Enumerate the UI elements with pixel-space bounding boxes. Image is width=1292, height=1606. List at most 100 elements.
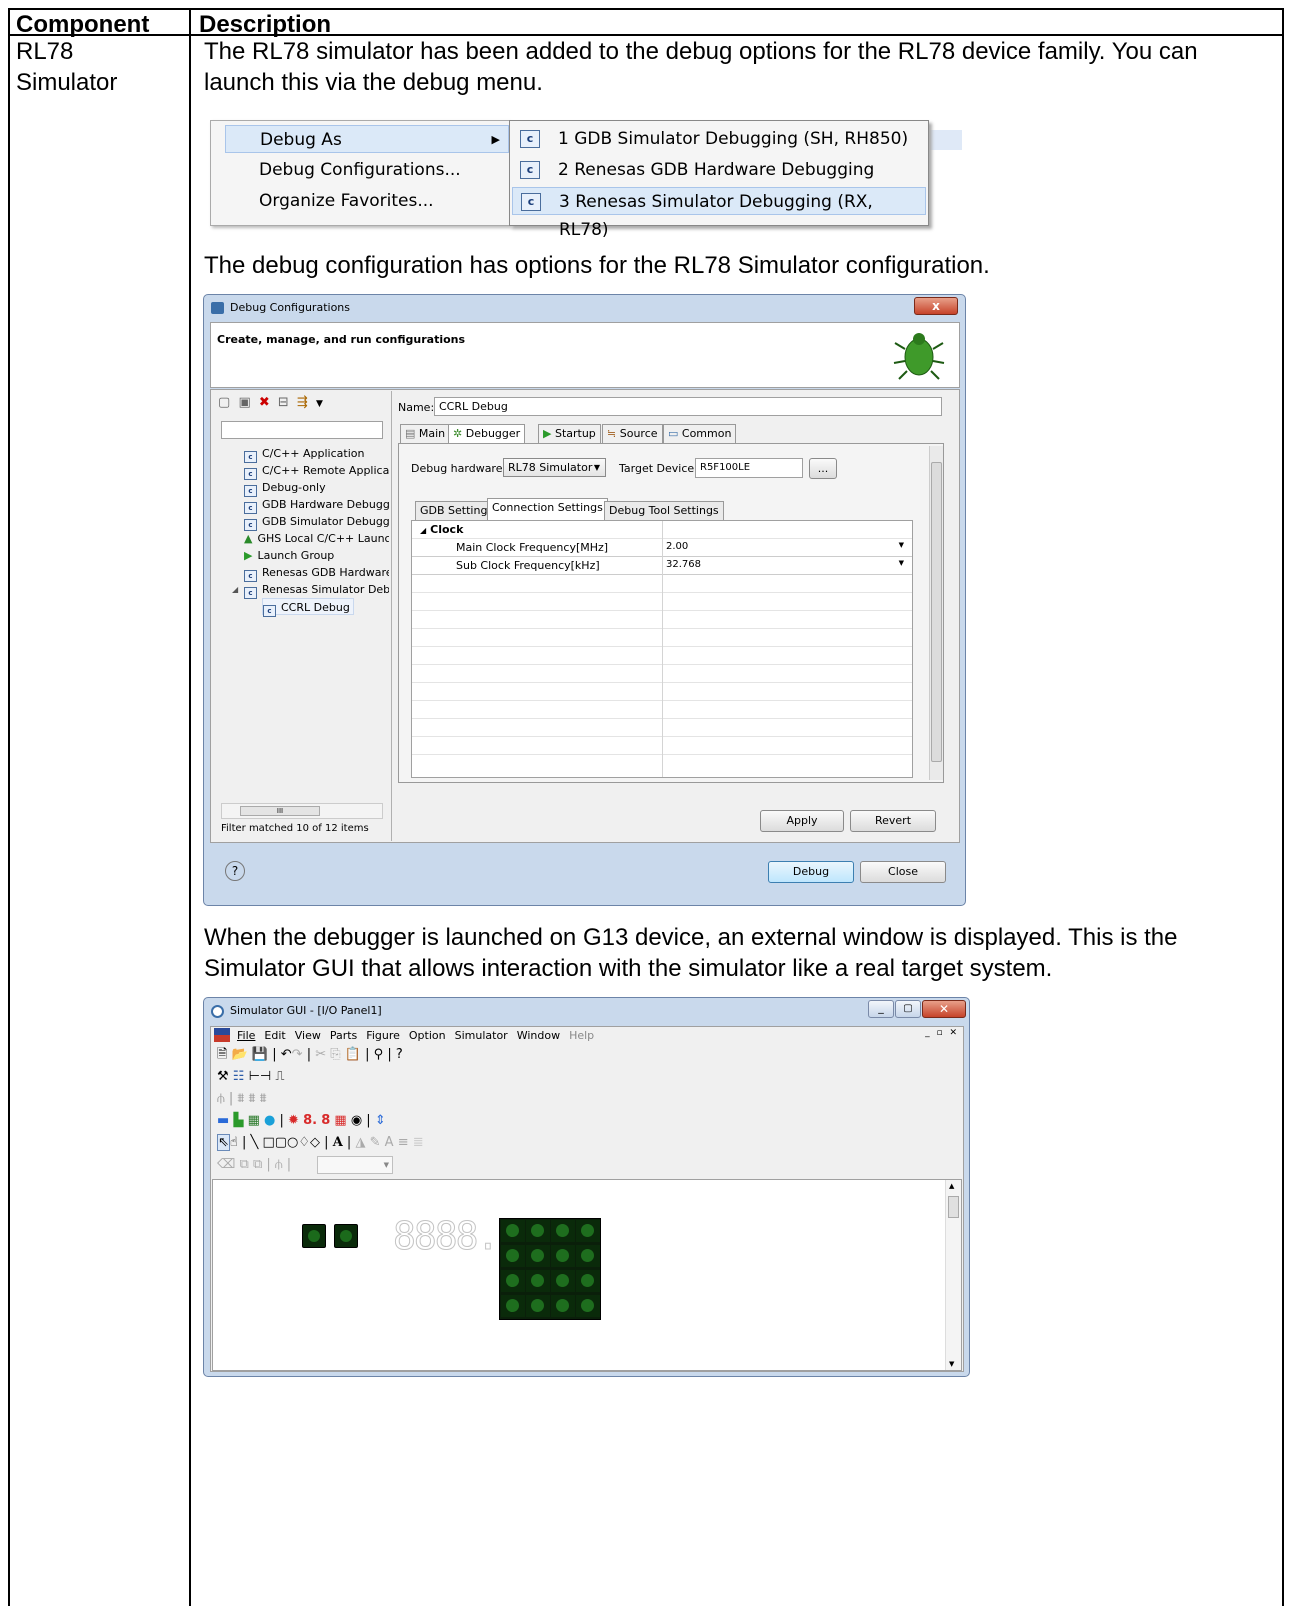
tree-item[interactable]: c GDB Simulator Debuggi (244, 513, 389, 531)
segment-led-icon[interactable]: 8. (303, 1113, 317, 1128)
pin-icon[interactable]: ☷ (233, 1069, 245, 1084)
new-config-icon[interactable]: ▢ (218, 395, 232, 410)
eraser-icon[interactable]: ⌫ (217, 1157, 235, 1172)
scroll-down-icon[interactable]: ▼ (949, 1360, 954, 1368)
duplicate-icon[interactable]: ▣ (238, 395, 252, 410)
menu-parts[interactable]: Parts (330, 1029, 357, 1042)
line-style-icon[interactable]: ≡ (398, 1135, 409, 1150)
zoom-select[interactable]: ▼ (317, 1156, 393, 1174)
help-icon[interactable]: ? (396, 1047, 403, 1062)
tree-item[interactable]: c C/C++ Remote Applicat (244, 462, 389, 480)
view-menu-icon[interactable]: ▼ (316, 399, 325, 409)
tab-source[interactable]: ≒ Source (602, 424, 663, 444)
main-clock-field[interactable]: 2.00 ▼ (666, 541, 908, 552)
lamp-icon[interactable]: ◉ (351, 1113, 362, 1128)
horizontal-scrollbar[interactable]: III (221, 803, 383, 819)
maximize-button[interactable]: ▢ (895, 1000, 921, 1018)
menu-item-organize-favorites[interactable]: Organize Favorites... (225, 187, 434, 215)
line-width-icon[interactable]: ≣ (413, 1135, 424, 1150)
menu-option[interactable]: Option (409, 1029, 446, 1042)
tree-item[interactable]: c Renesas GDB Hardware (244, 564, 389, 582)
tab-main[interactable]: ▤ Main (400, 424, 451, 444)
revert-button[interactable]: Revert (850, 810, 936, 832)
select-icon[interactable]: ⇖ (217, 1134, 230, 1151)
pen-icon[interactable]: ✎ (370, 1135, 381, 1150)
submenu-item-renesas-simulator[interactable]: c 3 Renesas Simulator Debugging (RX, RL7… (512, 187, 926, 240)
font-color-icon[interactable]: A (385, 1135, 394, 1150)
polyline-icon[interactable]: ♢ (298, 1135, 310, 1150)
buzzer-icon[interactable]: ✹ (288, 1113, 299, 1128)
seven-segment-display[interactable]: 8888. (392, 1216, 499, 1257)
new-icon[interactable]: 🗎 (217, 1047, 227, 1062)
wave-icon[interactable]: ⎍ (275, 1069, 284, 1084)
close-button[interactable]: Close (860, 861, 946, 883)
scroll-thumb[interactable] (931, 462, 942, 762)
undo-icon[interactable]: ↶ (281, 1047, 292, 1062)
menu-window[interactable]: Window (517, 1029, 560, 1042)
redo-icon[interactable]: ↷ (292, 1047, 303, 1062)
group-icon[interactable]: ⧉ (240, 1157, 249, 1172)
rectangle-icon[interactable]: □ (262, 1135, 274, 1150)
target-device-input[interactable]: R5F100LE (695, 458, 803, 478)
step-over-icon[interactable]: ⩩ (248, 1091, 255, 1106)
matrix-led-icon[interactable]: 8 (321, 1113, 330, 1128)
window-close-button[interactable]: ✕ (922, 1000, 966, 1018)
cut-icon[interactable]: ✂ (315, 1047, 326, 1062)
delete-icon[interactable]: ✖ (259, 395, 272, 410)
led-part-icon[interactable]: ● (264, 1113, 275, 1128)
tree-item[interactable]: c Debug-only (244, 479, 326, 497)
ungroup-icon[interactable]: ⧉ (253, 1157, 262, 1172)
submenu-item-renesas-gdb[interactable]: c 2 Renesas GDB Hardware Debugging (512, 156, 926, 184)
tab-common[interactable]: ▭ Common (663, 424, 737, 444)
submenu-item-gdb-simulator[interactable]: c 1 GDB Simulator Debugging (SH, RH850) (512, 125, 926, 153)
collapse-all-icon[interactable]: ⊟ (278, 395, 291, 410)
tab-debugger[interactable]: ✲ Debugger (448, 424, 526, 444)
tree-expand-icon[interactable]: ◢ (232, 585, 238, 594)
help-icon[interactable]: ? (225, 861, 245, 881)
menu-edit[interactable]: Edit (264, 1029, 285, 1042)
menu-figure[interactable]: Figure (366, 1029, 400, 1042)
open-icon[interactable]: 📂 (232, 1047, 248, 1062)
hand-icon[interactable]: ☝ (230, 1135, 238, 1150)
find-icon[interactable]: ⚲ (374, 1047, 384, 1062)
debug-button[interactable]: Debug (768, 861, 854, 883)
vertical-scrollbar[interactable] (929, 446, 943, 780)
menu-simulator[interactable]: Simulator (455, 1029, 508, 1042)
signal-icon[interactable]: ⊢⊣ (249, 1069, 272, 1084)
apply-button[interactable]: Apply (760, 810, 844, 832)
menu-item-debug-as[interactable]: Debug As ▶ (225, 125, 509, 153)
copy-icon[interactable]: ⎘ (330, 1047, 340, 1062)
tree-item[interactable]: ▲ GHS Local C/C++ Launc (244, 530, 389, 547)
config-name-input[interactable]: CCRL Debug (434, 397, 942, 416)
tree-item[interactable]: c C/C++ Application (244, 445, 364, 463)
led-part[interactable] (334, 1224, 358, 1248)
button-part-icon[interactable]: ▬ (217, 1113, 229, 1128)
tree-item[interactable]: c GDB Hardware Debuggi (244, 496, 389, 514)
parts-icon[interactable]: ⚒ (217, 1069, 229, 1084)
sub-clock-field[interactable]: 32.768 ▼ (666, 559, 908, 570)
scroll-thumb[interactable]: III (240, 806, 320, 816)
tab-startup[interactable]: ▶ Startup (538, 424, 601, 444)
connect-icon[interactable]: ⫛ (217, 1091, 225, 1106)
subtab-connection-settings[interactable]: Connection Settings (487, 498, 608, 521)
filter-icon[interactable]: ⇶ (297, 395, 310, 410)
line-icon[interactable]: ╲ (250, 1135, 258, 1150)
scroll-up-icon[interactable]: ▲ (949, 1182, 954, 1190)
clock-group[interactable]: ◢ Clock (420, 523, 463, 536)
scroll-thumb[interactable] (948, 1196, 959, 1218)
tree-item-selected[interactable]: c CCRL Debug (262, 598, 354, 617)
tree-filter-input[interactable] (221, 421, 383, 439)
led-matrix[interactable] (499, 1218, 601, 1320)
debug-hardware-select[interactable]: RL78 Simulator ▼ (503, 458, 606, 477)
led-part[interactable] (302, 1224, 326, 1248)
align-icon[interactable]: ⫛ (275, 1157, 283, 1172)
keymatrix-icon[interactable]: ▦ (248, 1113, 260, 1128)
paste-icon[interactable]: 📋 (345, 1047, 361, 1062)
subtab-gdb-settings[interactable]: GDB Settings (415, 501, 499, 521)
menu-file[interactable]: File (237, 1029, 255, 1042)
matrix-part-icon[interactable]: ▦ (334, 1113, 346, 1128)
minimize-button[interactable]: _ (868, 1000, 894, 1018)
menu-view[interactable]: View (295, 1029, 321, 1042)
tree-item[interactable]: ▶ Launch Group (244, 547, 334, 564)
step-out-icon[interactable]: ⩩ (260, 1091, 267, 1106)
